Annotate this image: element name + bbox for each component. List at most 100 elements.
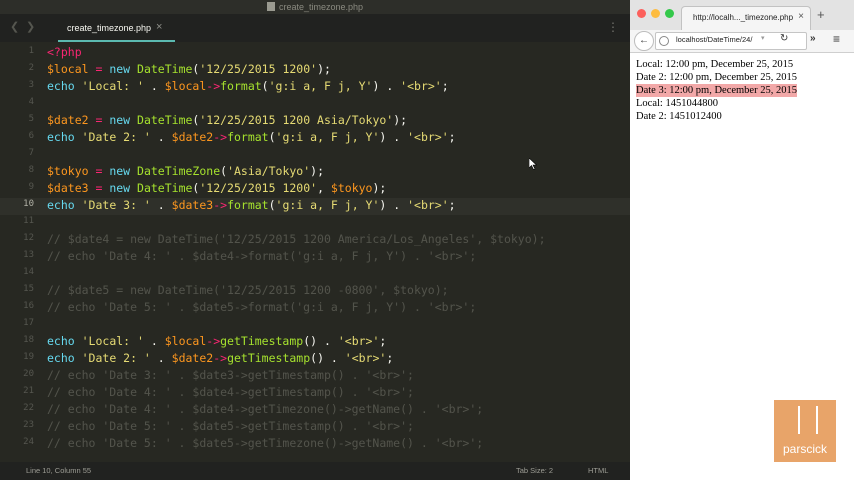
code-token: echo [47,334,82,348]
code-token: $date2 [47,113,89,127]
code-line: // $date5 = new DateTime('12/25/2015 120… [47,282,449,299]
code-line: <?php [47,44,82,61]
code-line: $date3 = new DateTime('12/25/2015 1200',… [47,180,386,197]
tab-create-timezone[interactable]: create_timezone.php × [55,16,175,42]
code-token: // echo 'Date 5: ' . $date5->getTimestam… [47,419,414,433]
back-arrow-icon[interactable]: ❮ [10,20,19,33]
code-line: // echo 'Date 3: ' . $date3->getTimestam… [47,367,414,384]
code-line: echo 'Date 2: ' . $date2->format('g:i a,… [47,129,456,146]
close-tab-icon[interactable]: × [798,11,804,22]
line-number: 9 [28,182,34,192]
code-line: // echo 'Date 4: ' . $date4->getTimestam… [47,384,414,401]
code-token: 'Date 2: ' [81,130,151,144]
code-token: 'g:i a, F j, Y' [268,79,373,93]
code-token: 'g:i a, F j, Y' [275,130,380,144]
code-token: '<br>' [337,334,380,348]
syntax-mode[interactable]: HTML [588,462,608,480]
globe-icon [659,36,669,46]
code-token: '12/25/2015 1200 Asia/Tokyo' [199,113,394,127]
tab-size-setting[interactable]: Tab Size: 2 [516,462,553,480]
cursor-position[interactable]: Line 10, Column 55 [26,462,91,480]
hamburger-menu-icon[interactable]: ≡ [833,33,840,45]
code-token: '<br>' [344,351,387,365]
code-token: ; [386,351,394,365]
code-token: -> [213,130,228,144]
line-number: 15 [23,284,34,294]
code-token: new [109,62,138,76]
code-token: format [227,130,269,144]
line-number: 13 [23,250,34,260]
maximize-window-icon[interactable] [665,9,674,18]
code-token: DateTime [137,62,193,76]
code-token: new [109,164,138,178]
line-number: 22 [23,403,34,413]
line-number: 11 [23,216,34,226]
output-line: Local: 12:00 pm, December 25, 2015 [636,59,794,70]
code-token: new [109,181,138,195]
document-icon [266,2,275,11]
line-number: 2 [28,63,34,73]
code-editor: create_timezone.php ❮ ❯ create_timezone.… [0,0,630,480]
code-token: -> [213,351,228,365]
code-token: // echo 'Date 4: ' . $date4->getTimezone… [47,402,484,416]
minimize-window-icon[interactable] [651,9,660,18]
code-token: . [150,198,172,212]
code-line: echo 'Local: ' . $local->format('g:i a, … [47,78,449,95]
code-token: 'Asia/Tokyo' [227,164,311,178]
code-token: DateTime [137,181,193,195]
back-button[interactable]: ← [634,31,654,51]
reload-icon[interactable]: ↻ [780,33,788,44]
browser-title-bar: http://localh..._timezone.php × + [630,0,854,31]
line-number: 24 [23,437,34,447]
line-number: 5 [28,114,34,124]
overflow-chevron-icon[interactable]: » [810,33,816,44]
code-token: // $date4 = new DateTime('12/25/2015 120… [47,232,546,246]
line-number: 1 [28,46,34,56]
code-token: '12/25/2015 1200' [199,181,318,195]
code-token: $date3 [47,181,89,195]
code-token: '<br>' [407,130,449,144]
code-line: // echo 'Date 5: ' . $date5->getTimezone… [47,435,483,452]
new-tab-button[interactable]: + [817,7,825,22]
output-line: Date 2: 12:00 pm, December 25, 2015 [636,72,797,83]
code-token: -> [206,79,221,93]
line-number: 20 [23,369,34,379]
code-token: echo [47,198,82,212]
code-token: . [143,334,165,348]
code-token: $date3 [171,198,214,212]
code-area[interactable]: <?php $local = new DateTime('12/25/2015 1… [47,42,627,462]
code-token: new [109,113,138,127]
tab-label: create_timezone.php [67,23,152,33]
tab-list-icon[interactable]: ⋮ [607,20,619,34]
url-dropdown-icon[interactable]: ▾ [761,34,765,42]
address-bar[interactable]: localhost/DateTime/24/ ▾ ↻ [655,32,807,50]
url-text[interactable]: localhost/DateTime/24/ [676,35,752,44]
window-title: create_timezone.php [278,2,364,12]
close-window-icon[interactable] [637,9,646,18]
code-line: $tokyo = new DateTimeZone('Asia/Tokyo'); [47,163,324,180]
code-token: // echo 'Date 5: ' . $date5->format('g:i… [47,300,477,314]
code-token: = [88,62,110,76]
output-line: Date 2: 1451012400 [636,111,722,122]
forward-arrow-icon[interactable]: ❯ [26,20,35,33]
code-token: ); [372,181,387,195]
code-token: echo [47,351,82,365]
code-line: // echo 'Date 5: ' . $date5->format('g:i… [47,299,476,316]
code-line: echo 'Local: ' . $local->getTimestamp() … [47,333,386,350]
code-line: echo 'Date 2: ' . $date2->getTimestamp()… [47,350,393,367]
code-token: $tokyo [47,164,89,178]
output-line: Date 3: 12:00 pm, December 25, 2015 [636,84,797,97]
code-token: <?php [47,45,82,59]
code-token: $date2 [171,351,214,365]
code-token: // echo 'Date 4: ' . $date4->format('g:i… [47,249,477,263]
line-number: 16 [23,301,34,311]
line-number: 4 [28,97,34,107]
code-line: // echo 'Date 4: ' . $date4->format('g:i… [47,248,476,265]
browser-tab[interactable]: http://localh..._timezone.php × [681,6,811,31]
close-tab-icon[interactable]: × [156,21,162,33]
code-line: $date2 = new DateTime('12/25/2015 1200 A… [47,112,407,129]
code-token: 'Local: ' [81,334,144,348]
code-token: format [227,198,269,212]
code-token: $date2 [171,130,214,144]
line-number: 7 [28,148,34,158]
